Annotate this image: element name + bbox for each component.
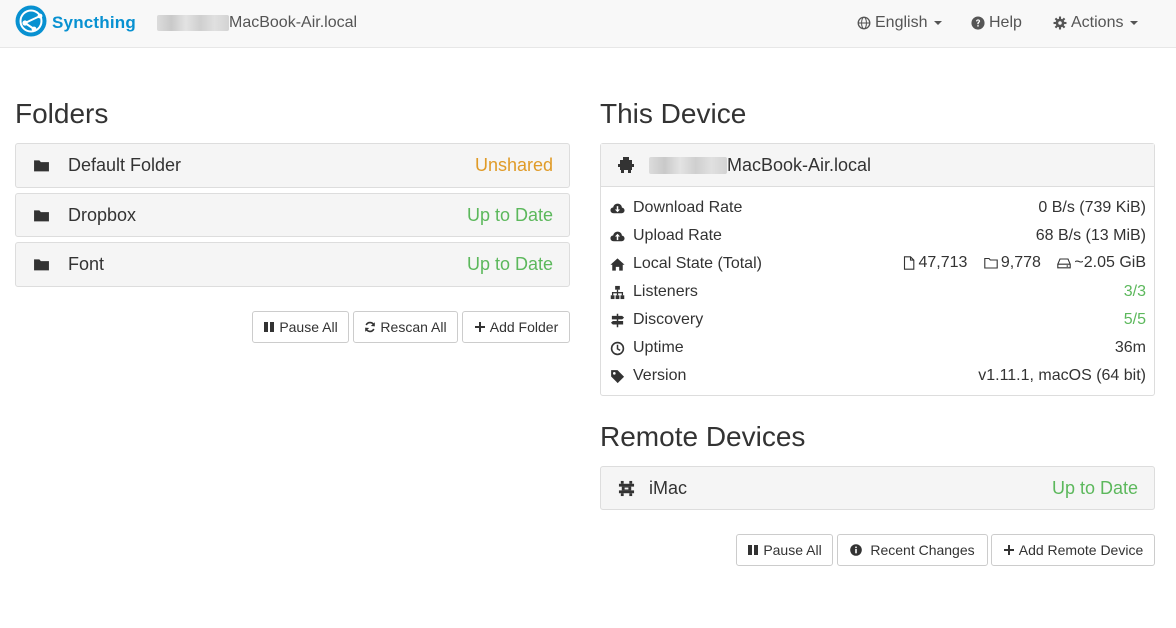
file-count-value: 47,713 bbox=[918, 253, 968, 271]
globe-icon bbox=[857, 16, 871, 30]
pause-all-devices-button[interactable]: Pause All bbox=[736, 534, 833, 566]
add-folder-label: Add Folder bbox=[489, 319, 559, 335]
rescan-all-button[interactable]: Rescan All bbox=[353, 311, 458, 343]
version-label: Version bbox=[633, 367, 687, 384]
cloud-download-icon bbox=[609, 200, 625, 216]
folders-heading: Folders bbox=[15, 98, 109, 129]
remote-device-panel-imac[interactable]: iMac Up to Date bbox=[600, 466, 1155, 510]
directory-count: 9,778 bbox=[984, 254, 1041, 272]
pause-icon bbox=[264, 322, 275, 332]
info-circle-icon bbox=[850, 544, 863, 556]
uptime-label: Uptime bbox=[633, 339, 684, 356]
gear-icon bbox=[1053, 16, 1067, 30]
hostname-text: MacBook-Air.local bbox=[229, 14, 358, 31]
folder-name: Dropbox bbox=[68, 204, 137, 225]
this-device-panel: MacBook-Air.local Download Rate 0 B/s (7… bbox=[600, 143, 1155, 396]
folder-name: Font bbox=[68, 254, 105, 274]
listeners-label: Listeners bbox=[633, 283, 698, 300]
folder-status: Unshared bbox=[474, 155, 553, 175]
brand[interactable]: Syncthing bbox=[14, 5, 136, 41]
folder-status: Up to Date bbox=[466, 204, 553, 225]
help-label: Help bbox=[989, 14, 1022, 31]
local-state-value: 47,713 9,778 ~2.05 GiB bbox=[890, 253, 1146, 275]
recent-changes-label: Recent Changes bbox=[870, 542, 975, 558]
rescan-all-label: Rescan All bbox=[380, 319, 447, 335]
listeners-value[interactable]: 3/3 bbox=[1124, 283, 1146, 301]
plus-icon bbox=[474, 322, 485, 332]
pause-icon bbox=[748, 545, 759, 555]
navbar-hostname: MacBook-Air.local bbox=[157, 12, 357, 34]
version-value: v1.11.1, macOS (64 bit) bbox=[978, 367, 1146, 384]
pause-all-folders-button[interactable]: Pause All bbox=[252, 311, 349, 343]
file-icon bbox=[903, 255, 914, 270]
discovery-value[interactable]: 5/5 bbox=[1124, 311, 1146, 329]
help-link[interactable]: Help bbox=[971, 12, 1022, 34]
upload-rate-label: Upload Rate bbox=[633, 227, 722, 244]
directory-count-value: 9,778 bbox=[1000, 253, 1041, 271]
file-count: 47,713 bbox=[902, 253, 968, 272]
sitemap-icon bbox=[609, 284, 625, 300]
home-icon bbox=[609, 256, 625, 272]
folder-icon bbox=[32, 256, 50, 274]
language-dropdown[interactable]: English bbox=[857, 12, 943, 34]
upload-rate-row: Upload Rate 68 B/s (13 MiB) bbox=[609, 222, 1146, 250]
download-rate-row: Download Rate 0 B/s (739 KiB) bbox=[609, 194, 1146, 222]
redacted-device-name-prefix bbox=[649, 156, 727, 174]
local-state-label: Local State (Total) bbox=[633, 255, 762, 272]
this-device-header[interactable]: MacBook-Air.local bbox=[601, 144, 1154, 187]
chevron-down-icon bbox=[1130, 21, 1139, 25]
actions-label: Actions bbox=[1071, 14, 1124, 31]
folder-panel-dropbox[interactable]: Dropbox Up to Date bbox=[15, 193, 570, 237]
chevron-down-icon bbox=[934, 21, 943, 25]
clock-icon bbox=[609, 340, 625, 356]
version-row: Version v1.11.1, macOS (64 bit) bbox=[609, 362, 1146, 390]
remote-device-status: Up to Date bbox=[1051, 477, 1138, 498]
hard-drive-icon bbox=[1057, 257, 1072, 268]
folder-panel-default-folder[interactable]: Default Folder Unshared bbox=[15, 143, 570, 188]
language-label: English bbox=[875, 14, 928, 31]
download-rate-value: 0 B/s (739 KiB) bbox=[1038, 199, 1146, 216]
pause-all-label: Pause All bbox=[279, 319, 338, 335]
brand-name: Syncthing bbox=[52, 13, 136, 32]
total-size-value: ~2.05 GiB bbox=[1074, 253, 1146, 271]
local-state-row: Local State (Total) 47,713 9,778 ~2.05 G… bbox=[609, 250, 1146, 278]
upload-rate-value: 68 B/s (13 MiB) bbox=[1035, 227, 1146, 244]
add-remote-device-button[interactable]: Add Remote Device bbox=[991, 534, 1155, 566]
uptime-value: 36m bbox=[1114, 339, 1146, 356]
pause-all-label: Pause All bbox=[763, 542, 822, 558]
tag-icon bbox=[609, 368, 625, 384]
folder-icon bbox=[32, 206, 50, 224]
remote-devices-heading: Remote Devices bbox=[600, 421, 806, 452]
redacted-hostname-prefix bbox=[157, 15, 229, 31]
device-identicon-icon bbox=[618, 157, 634, 173]
navbar: Syncthing MacBook-Air.local English Help bbox=[0, 0, 1176, 48]
device-identicon-icon bbox=[617, 479, 635, 497]
actions-dropdown[interactable]: Actions bbox=[1053, 12, 1139, 34]
total-size: ~2.05 GiB bbox=[1057, 254, 1146, 272]
this-device-heading: This Device bbox=[600, 98, 747, 129]
folder-status: Up to Date bbox=[466, 254, 553, 274]
syncthing-logo-icon bbox=[14, 4, 48, 43]
folder-name: Default Folder bbox=[68, 155, 182, 175]
folder-outline-icon bbox=[984, 257, 998, 269]
discovery-row: Discovery 5/5 bbox=[609, 306, 1146, 334]
this-device-name: MacBook-Air.local bbox=[727, 154, 872, 175]
folder-icon bbox=[32, 157, 50, 175]
question-circle-icon bbox=[971, 16, 985, 30]
recent-changes-button[interactable]: Recent Changes bbox=[837, 534, 988, 566]
add-folder-button[interactable]: Add Folder bbox=[462, 311, 570, 343]
remote-device-name: iMac bbox=[649, 477, 688, 498]
plus-icon bbox=[1003, 545, 1014, 555]
discovery-label: Discovery bbox=[633, 311, 704, 328]
cloud-upload-icon bbox=[609, 228, 625, 244]
download-rate-label: Download Rate bbox=[633, 199, 743, 216]
folder-panel-font[interactable]: Font Up to Date bbox=[15, 242, 570, 287]
uptime-row: Uptime 36m bbox=[609, 334, 1146, 362]
listeners-row: Listeners 3/3 bbox=[609, 278, 1146, 306]
refresh-icon bbox=[365, 321, 376, 333]
signpost-icon bbox=[609, 312, 625, 328]
add-remote-device-label: Add Remote Device bbox=[1018, 542, 1144, 558]
